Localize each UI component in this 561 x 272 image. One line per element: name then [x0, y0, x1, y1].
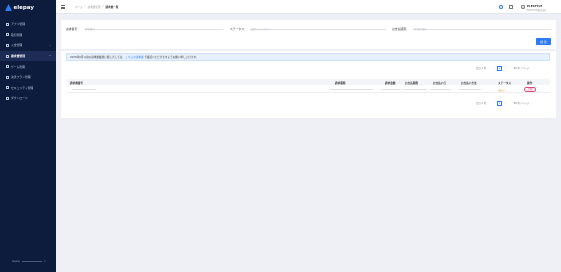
app-icon — [6, 22, 9, 26]
sidebar-item-label: アプリ管理 — [11, 22, 25, 27]
invoice-icon — [6, 54, 9, 58]
plan-icon — [6, 75, 9, 79]
footer-version: v — [44, 260, 46, 263]
user-icon[interactable] — [521, 4, 525, 9]
deposit-icon — [6, 43, 9, 47]
sidebar-item-label: セキュリティ管理 — [11, 85, 34, 90]
sidebar-item-label: 取引管理 — [11, 32, 23, 37]
status-label: ステータス： — [230, 27, 247, 31]
sidebar-item-label: 決済プラン管理 — [11, 75, 31, 80]
breadcrumb-separator: / — [84, 5, 86, 8]
game-icon — [6, 65, 9, 69]
sidebar-item-deposits[interactable]: 入金管理 ⌄ — [0, 40, 56, 51]
column-actions: 操作 — [527, 81, 533, 85]
sidebar-item-download[interactable]: ダウンロード — [0, 93, 56, 104]
sidebar-item-invoices[interactable]: 請求書管理 ⌃ — [0, 50, 56, 62]
page-number[interactable]: 1 — [497, 101, 502, 106]
transaction-icon — [6, 33, 9, 37]
prev-page-button[interactable]: ‹ — [493, 102, 494, 105]
notice-prefix: 2025年6月以前の請求書履歴に関しましては、 — [70, 56, 125, 59]
sidebar-item-security[interactable]: セキュリティ管理 — [0, 83, 56, 94]
column-invoice-no: 請求書番号 — [70, 81, 83, 85]
column-status: ステータス — [498, 81, 511, 85]
table-header: 請求書番号 請求期間 請求金額 お支払期限 お支払い日 お支払い方法 ステータス… — [67, 79, 550, 85]
next-page-button[interactable]: › — [505, 102, 506, 105]
shield-icon — [6, 86, 9, 90]
column-paid-date: お支払い日 — [433, 81, 446, 85]
column-period: 請求期間 — [335, 81, 346, 85]
redacted-invoice-no — [72, 88, 96, 91]
payment-date-label: お支払期限： — [392, 27, 409, 31]
sidebar-item-label: 請求書管理 — [11, 54, 25, 59]
sidebar-item-apps[interactable]: アプリ管理 — [0, 19, 56, 30]
breadcrumb-invoice-management[interactable]: 請求書管理 — [88, 5, 101, 9]
breadcrumb-separator: / — [102, 5, 104, 8]
page-size-select[interactable]: 50 件 / ページ — [514, 66, 530, 70]
chevron-up-icon: ⌃ — [48, 54, 51, 58]
notice-banner: 2025年6月以前の請求書履歴に関しましては、 こちらの請求書 で確認いただけま… — [66, 53, 550, 61]
total-count: 合計 1 件 — [476, 67, 487, 71]
total-count: 合計 1 件 — [476, 102, 487, 106]
sidebar-item-transactions[interactable]: 取引管理 — [0, 30, 56, 41]
table-row: 未払い 詳細 — [67, 86, 550, 93]
elepay-logo-icon — [5, 4, 12, 11]
redacted-amount — [381, 88, 401, 91]
pagination-bottom: 合計 1 件 ‹ 1 › 50 件 / ページ — [476, 101, 529, 106]
status-badge: 未払い — [498, 88, 506, 92]
logo-text: elepay — [13, 4, 34, 11]
sidebar-nav: アプリ管理 取引管理 入金管理 ⌄ 請求書管理 ⌃ ゲーム管理 決済プラン管理 セキ… — [0, 19, 56, 104]
column-payment-method: お支払い方法 — [461, 81, 477, 85]
invoice-table-card: 2025年6月以前の請求書履歴に関しましては、 こちらの請求書 で確認いただけま… — [61, 51, 556, 118]
notice-suffix: で確認いただけますようお願い申し上げます。 — [144, 56, 199, 59]
menu-toggle-icon[interactable] — [61, 5, 65, 9]
sidebar-item-label: ダウンロード — [11, 96, 28, 101]
footer-divider — [22, 261, 43, 262]
help-icon[interactable] — [499, 4, 503, 9]
column-due-date: お支払期限 — [405, 81, 418, 85]
filter-panel: 請求番号： 請求番号 ステータス： 選択してください お支払期限： 日付を選択 … — [61, 20, 556, 49]
sidebar-item-label: 入金管理 — [11, 43, 23, 48]
column-amount: 請求金額 — [385, 81, 396, 85]
sidebar: elepay アプリ管理 取引管理 入金管理 ⌄ 請求書管理 ⌃ ゲーム管理 決済プ… — [0, 0, 56, 272]
page-number[interactable]: 1 — [497, 66, 502, 71]
status-select[interactable]: 選択してください — [250, 25, 386, 31]
next-page-button[interactable]: › — [505, 67, 506, 70]
invoice-no-input[interactable]: 請求番号 — [84, 25, 223, 31]
user-company: ELESTYLE株式会社 — [527, 8, 547, 12]
top-header: ホーム / 請求書管理 / 請求書一覧 ELESTYLE ELESTYLE株式会… — [56, 0, 561, 14]
payment-date-picker[interactable]: 日付を選択 — [413, 25, 551, 31]
redacted-paid-date — [431, 88, 451, 91]
page-size-select[interactable]: 50 件 / ページ — [514, 101, 530, 105]
search-button[interactable]: 検 索 — [536, 38, 551, 45]
prev-page-button[interactable]: ‹ — [493, 67, 494, 70]
breadcrumb-home[interactable]: ホーム — [75, 5, 83, 9]
invoice-no-label: 請求番号： — [66, 27, 80, 31]
download-icon[interactable] — [509, 4, 513, 9]
breadcrumb: ホーム / 請求書管理 / 請求書一覧 — [75, 5, 118, 9]
logo[interactable]: elepay — [5, 3, 34, 12]
sidebar-item-payment-plans[interactable]: 決済プラン管理 — [0, 72, 56, 83]
redacted-payment-method — [459, 88, 481, 91]
redacted-period — [329, 88, 373, 91]
chevron-down-icon: ⌄ — [48, 43, 51, 47]
redacted-due-date — [403, 88, 427, 91]
footer-brand: elepay — [12, 260, 21, 263]
pagination-top: 合計 1 件 ‹ 1 › 50 件 / ページ — [476, 66, 529, 71]
sidebar-item-games[interactable]: ゲーム管理 — [0, 61, 56, 72]
breadcrumb-current: 請求書一覧 — [105, 6, 119, 9]
detail-button[interactable]: 詳細 — [524, 86, 536, 92]
sidebar-footer: elepay v — [12, 260, 45, 263]
download-icon — [6, 96, 9, 100]
notice-link[interactable]: こちらの請求書 — [125, 55, 143, 59]
sidebar-item-label: ゲーム管理 — [11, 64, 25, 69]
